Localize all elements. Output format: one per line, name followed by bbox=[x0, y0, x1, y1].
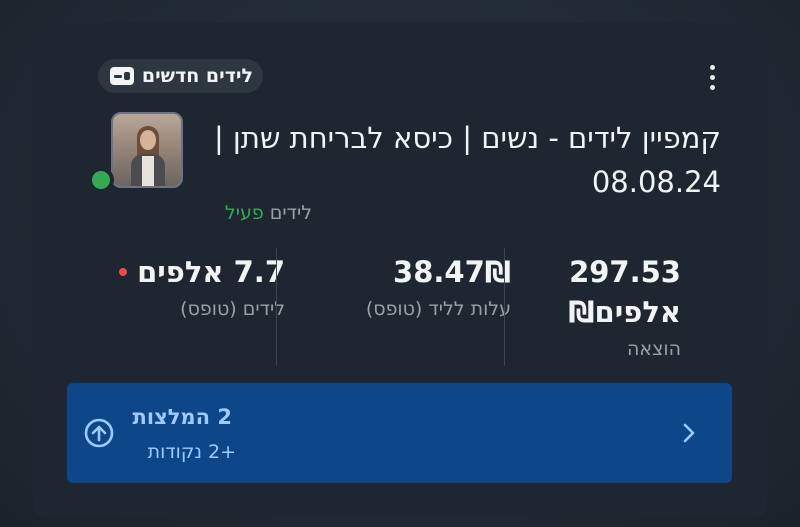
metric-divider bbox=[504, 248, 505, 366]
badge-label: לידים חדשים bbox=[141, 65, 253, 87]
more-vert-icon[interactable] bbox=[697, 60, 727, 94]
recommendations-title: 2 המלצות bbox=[132, 405, 232, 429]
chevron-right-icon[interactable] bbox=[679, 419, 699, 447]
metric-leads-value: 7.7 אלפים bbox=[137, 255, 285, 289]
campaign-card[interactable]: לידים חדשים קמפיין לידים - נשים | כיסא ל… bbox=[33, 22, 767, 516]
metric-spend-value: 297.53 אלפים₪ bbox=[568, 255, 681, 329]
campaign-type-badge: לידים חדשים bbox=[97, 59, 263, 93]
metric-cost-per-lead-label: עלות לליד (טופס) bbox=[365, 298, 511, 320]
metric-leads: 7.7 אלפים לידים (טופס) bbox=[65, 252, 285, 320]
metric-cost-per-lead: 38.47₪ עלות לליד (טופס) bbox=[299, 252, 511, 320]
campaign-status: לידיםפעיל bbox=[225, 202, 312, 224]
status-value: פעיל bbox=[224, 202, 264, 224]
status-type: לידים bbox=[269, 202, 312, 224]
arrow-up-circle-icon bbox=[84, 418, 114, 448]
campaign-title[interactable]: קמפיין לידים - נשים | כיסא לבריחת שתן | … bbox=[161, 116, 721, 204]
metric-spend-label: הוצאה bbox=[627, 338, 681, 360]
metric-leads-label: לידים (טופס) bbox=[180, 298, 285, 320]
alert-dot bbox=[119, 268, 128, 276]
metric-divider bbox=[276, 248, 277, 366]
active-status-dot bbox=[88, 167, 114, 193]
recommendations-banner[interactable]: 2 המלצות +2 נקודות bbox=[67, 383, 732, 483]
metric-spend: 297.53 אלפים₪ הוצאה bbox=[531, 252, 681, 360]
contact-card-icon bbox=[109, 67, 134, 85]
recommendations-points: +2 נקודות bbox=[147, 441, 236, 463]
metric-cost-per-lead-value: 38.47₪ bbox=[393, 255, 511, 289]
